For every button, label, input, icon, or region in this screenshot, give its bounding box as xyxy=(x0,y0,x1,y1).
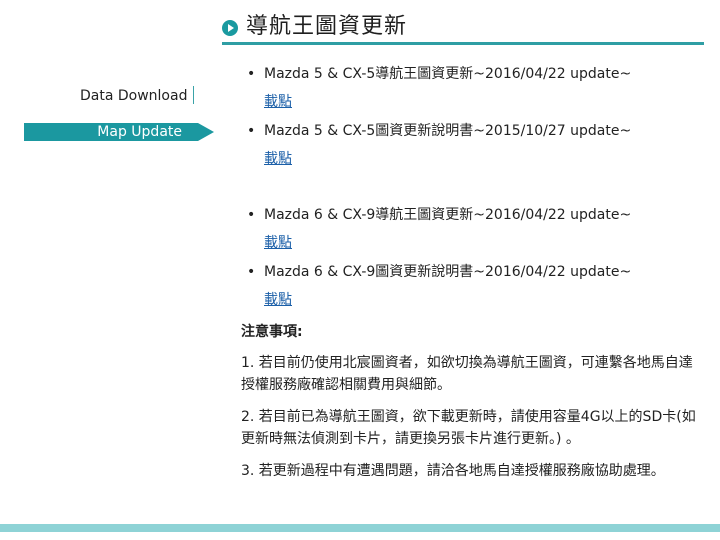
bullet-icon: • xyxy=(247,66,256,82)
sidebar-divider xyxy=(193,86,194,104)
item-title: Mazda 6 & CX-9導航王圖資更新~2016/04/22 update~ xyxy=(264,207,632,223)
download-link[interactable]: 載點 xyxy=(264,147,292,171)
download-link[interactable]: 載點 xyxy=(264,231,292,255)
download-link[interactable]: 載點 xyxy=(264,90,292,114)
title-divider xyxy=(222,42,704,45)
sidebar-item-data-download[interactable]: Data Download xyxy=(80,86,187,106)
list-item: • Mazda 6 & CX-9圖資更新說明書~2016/04/22 updat… xyxy=(241,260,706,312)
list-item: • Mazda 5 & CX-5導航王圖資更新~2016/04/22 updat… xyxy=(241,62,706,114)
notes-heading: 注意事項: xyxy=(241,324,303,340)
item-title: Mazda 5 & CX-5圖資更新說明書~2015/10/27 update~ xyxy=(264,123,632,139)
list-item: • Mazda 6 & CX-9導航王圖資更新~2016/04/22 updat… xyxy=(241,203,706,255)
play-circle-icon xyxy=(222,20,238,36)
page-title: 導航王圖資更新 xyxy=(246,14,408,39)
footer-bar xyxy=(0,524,720,532)
download-link[interactable]: 載點 xyxy=(264,288,292,312)
sidebar-item-map-update[interactable]: Map Update xyxy=(24,123,214,141)
list-item: • Mazda 5 & CX-5圖資更新說明書~2015/10/27 updat… xyxy=(241,119,706,171)
note-item: 3. 若更新過程中有遭遇問題，請洽各地馬自達授權服務廠協助處理。 xyxy=(241,463,665,479)
main-content: • Mazda 5 & CX-5導航王圖資更新~2016/04/22 updat… xyxy=(241,62,706,482)
item-title: Mazda 6 & CX-9圖資更新說明書~2016/04/22 update~ xyxy=(264,264,632,280)
note-item: 2. 若目前已為導航王圖資，欲下載更新時，請使用容量4G以上的SD卡(如更新時無… xyxy=(241,409,696,447)
bullet-icon: • xyxy=(247,264,256,280)
note-item: 1. 若目前仍使用北宸圖資者，如欲切換為導航王圖資，可連繫各地馬自達授權服務廠確… xyxy=(241,355,693,393)
bullet-icon: • xyxy=(247,123,256,139)
bullet-icon: • xyxy=(247,207,256,223)
item-title: Mazda 5 & CX-5導航王圖資更新~2016/04/22 update~ xyxy=(264,66,632,82)
